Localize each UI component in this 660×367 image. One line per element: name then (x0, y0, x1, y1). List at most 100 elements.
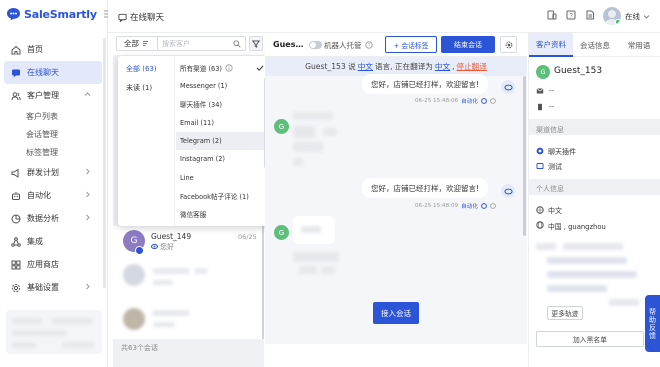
feedback-tab[interactable]: 帮助反馈 (645, 295, 660, 352)
list-item-preview: 您好 (160, 243, 174, 251)
sidebar-subitem-tag-mgmt[interactable]: 标签管理 (0, 143, 108, 161)
chevron-right-icon (86, 283, 90, 290)
option-all-channels[interactable]: 所有渠道 (63) (176, 59, 264, 77)
option-telegram[interactable]: Telegram (2) (176, 132, 264, 150)
chevron-down-icon (643, 14, 650, 19)
language-icon (536, 206, 544, 214)
sidebar-item-label: 群发计划 (27, 168, 59, 177)
search-input[interactable]: 搜索客户 (157, 36, 246, 51)
translation-text: 语言, 正在翻译为 (374, 62, 433, 71)
user-status-menu[interactable]: 在线 (603, 7, 650, 25)
translation-text: , (452, 62, 455, 71)
more-history-button[interactable]: 更多轨迹 (547, 306, 583, 320)
tab-customer-profile[interactable]: 客户资料 (529, 33, 573, 57)
analytics-icon (11, 214, 21, 224)
users-icon (11, 91, 21, 101)
sidebar-item-label: 首页 (27, 45, 43, 54)
sidebar-item-customers[interactable]: 客户管理 (0, 84, 108, 107)
option-line[interactable]: Line (176, 169, 264, 187)
advanced-filter-button[interactable] (249, 36, 263, 51)
page-title-text: 在线聊天 (130, 13, 165, 23)
message-meta: 06-25 15:48:06 自动化 (415, 97, 496, 105)
phone-value: -- (549, 103, 555, 111)
chevron-up-icon (84, 92, 91, 96)
sidebar-item-analytics[interactable]: 数据分析 (0, 207, 108, 230)
option-email[interactable]: Email (11) (176, 114, 264, 132)
filter-label: 全部 (124, 39, 139, 48)
option-label: 所有渠道 (63) (180, 65, 223, 73)
automation-tag: 自动化 (461, 99, 478, 105)
channel-filter-dropdown: 全部 (63) 未读 (1) 所有渠道 (63) Messenger (1) 聊… (118, 56, 270, 226)
broadcast-icon (11, 168, 21, 178)
gear-icon (505, 41, 512, 48)
stop-translation-link[interactable]: 停止翻译 (457, 61, 487, 72)
search-placeholder: 搜索客户 (162, 39, 190, 48)
chat-guest-name: Guest_153 (273, 40, 307, 49)
read-status-icon (490, 98, 496, 104)
eye-icon (151, 244, 158, 249)
sidebar-scrollbar[interactable] (103, 38, 106, 288)
robot-label: 机器人托管 (324, 41, 362, 50)
funnel-icon (252, 40, 260, 48)
target-language-link[interactable]: 中文 (435, 61, 450, 72)
help-icon[interactable]: ? (566, 10, 576, 20)
top-bar: 在线聊天 ? 在线 (108, 0, 660, 33)
sidebar-item-automation[interactable]: 自动化 (0, 184, 108, 207)
document-icon[interactable] (585, 10, 595, 20)
list-item-name: Guest_149 (151, 232, 192, 241)
chevron-right-icon (86, 191, 90, 198)
channel-badge-icon (135, 246, 144, 255)
location-value: 中国 , guangzhou (548, 223, 606, 231)
robot-toggle[interactable] (309, 41, 322, 49)
sidebar-account-card[interactable] (6, 310, 102, 354)
online-status: 在线 (625, 11, 640, 21)
language-value: 中文 (548, 207, 562, 215)
channel-name: 聊天插件 (548, 148, 576, 156)
sidebar-subitem-customer-list[interactable]: 客户列表 (0, 107, 108, 125)
option-instagram[interactable]: Instagram (2) (176, 150, 264, 168)
source-language-link[interactable]: 中文 (358, 61, 373, 72)
guest-avatar: G (274, 119, 289, 134)
info-icon (481, 203, 487, 209)
list-item-date: 06/25 (238, 233, 257, 241)
search-icon (233, 40, 241, 48)
sidebar-item-app-store[interactable]: 应用商店 (0, 253, 108, 276)
sidebar-item-settings[interactable]: 基础设置 (0, 276, 108, 299)
brand-logo[interactable]: SaleSmartly (6, 7, 113, 21)
blacklist-button[interactable]: 加入黑名单 (536, 331, 644, 347)
tab-quick-replies[interactable]: 常用语 (617, 33, 660, 57)
chevron-right-icon (86, 168, 90, 175)
personal-section-title: 个人信息 (536, 185, 564, 193)
list-item[interactable]: G Guest_149 06/25 您好 (113, 226, 264, 258)
option-facebook-comments[interactable]: Facebook帖子评论 (1) (176, 187, 264, 205)
sidebar-item-integration[interactable]: 集成 (0, 230, 108, 253)
list-item[interactable] (113, 298, 264, 338)
customer-avatar: G (536, 65, 550, 79)
option-wechat-service[interactable]: 微信客服 (176, 205, 264, 223)
robot-icon (11, 191, 21, 201)
salesmartly-logo-icon (7, 8, 20, 21)
customer-name: Guest_153 (554, 66, 603, 76)
option-messenger[interactable]: Messenger (1) (176, 77, 264, 95)
accept-session-button[interactable]: 接入会话 (373, 302, 419, 324)
tab-session-info[interactable]: 会话信息 (573, 33, 617, 57)
list-item[interactable] (113, 258, 264, 298)
sidebar-item-label: 数据分析 (27, 214, 59, 223)
checkmark-icon (256, 65, 264, 71)
avatar (603, 7, 621, 25)
end-session-button[interactable]: 结束会话 (441, 36, 495, 53)
sidebar-item-chat[interactable]: 在线聊天 (4, 61, 102, 84)
option-unread[interactable]: 未读 (1) (126, 83, 152, 93)
page-title: 在线聊天 (118, 11, 164, 23)
option-all[interactable]: 全部 (63) (126, 64, 157, 74)
sidebar-item-home[interactable]: 首页 (0, 38, 108, 61)
help-circle-icon[interactable]: ? (365, 41, 373, 49)
message-scrollbar[interactable] (523, 76, 526, 236)
sort-icon (143, 41, 148, 46)
chat-settings-button[interactable] (500, 36, 517, 53)
add-tag-button[interactable]: + 会话标签 (385, 36, 437, 53)
sidebar-subitem-session-mgmt[interactable]: 会话管理 (0, 125, 108, 143)
sidebar-item-broadcast[interactable]: 群发计划 (0, 161, 108, 184)
devices-icon[interactable] (547, 10, 557, 20)
option-chat-widget[interactable]: 聊天插件 (34) (176, 95, 264, 113)
